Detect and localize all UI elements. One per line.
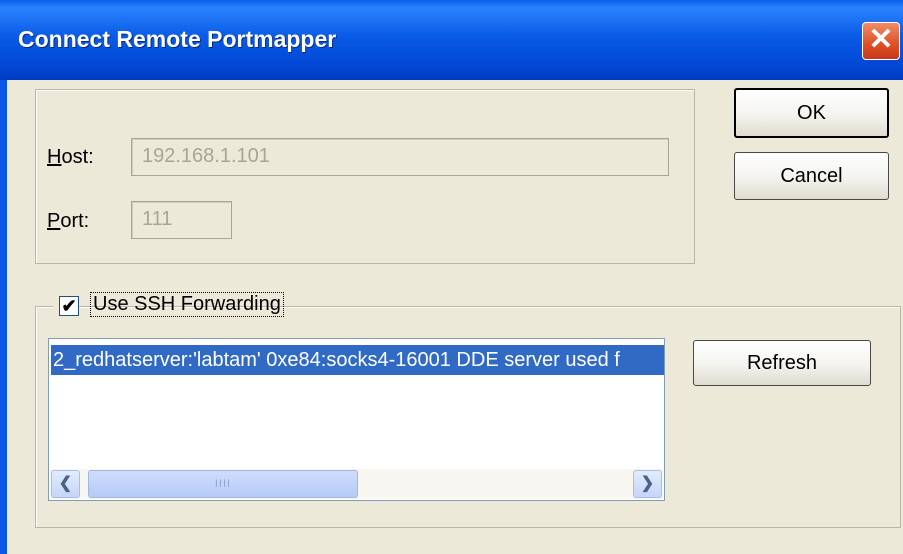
ssh-server-list[interactable]: 2_redhatserver:'labtam' 0xe84:socks4-160…	[48, 338, 665, 501]
dialog-window: Connect Remote Portmapper ✕ Host: 192.16…	[0, 0, 903, 554]
cancel-button[interactable]: Cancel	[734, 152, 889, 200]
close-icon: ✕	[868, 23, 894, 56]
refresh-button[interactable]: Refresh	[693, 340, 871, 386]
scrollbar-thumb[interactable]: IIII	[88, 470, 358, 498]
checkmark-icon: ✔	[61, 296, 77, 316]
ssh-forwarding-checkbox[interactable]: ✔	[59, 296, 79, 316]
close-button[interactable]: ✕	[862, 22, 900, 60]
port-label: Port:	[47, 210, 90, 232]
ssh-forwarding-legend: ✔ Use SSH Forwarding	[53, 292, 284, 322]
chevron-right-icon: ❯	[640, 475, 655, 492]
host-field[interactable]: 192.168.1.101	[131, 138, 669, 176]
ok-button[interactable]: OK	[734, 88, 889, 138]
horizontal-scrollbar[interactable]: ❮ IIII ❯	[50, 469, 663, 499]
host-label: Host:	[47, 146, 94, 168]
chevron-left-icon: ❮	[58, 475, 73, 492]
port-field[interactable]: 111	[131, 201, 232, 239]
scroll-right-button[interactable]: ❯	[633, 470, 662, 498]
scroll-left-button[interactable]: ❮	[51, 470, 80, 498]
window-title: Connect Remote Portmapper	[18, 26, 337, 52]
list-item[interactable]: 2_redhatserver:'labtam' 0xe84:socks4-160…	[51, 345, 664, 375]
dialog-body: Host: 192.168.1.101 Port: 111 OK Cancel …	[7, 80, 903, 554]
ssh-forwarding-label[interactable]: Use SSH Forwarding	[90, 292, 284, 317]
grip-icon: IIII	[214, 478, 232, 490]
title-bar[interactable]: Connect Remote Portmapper ✕	[0, 0, 903, 80]
